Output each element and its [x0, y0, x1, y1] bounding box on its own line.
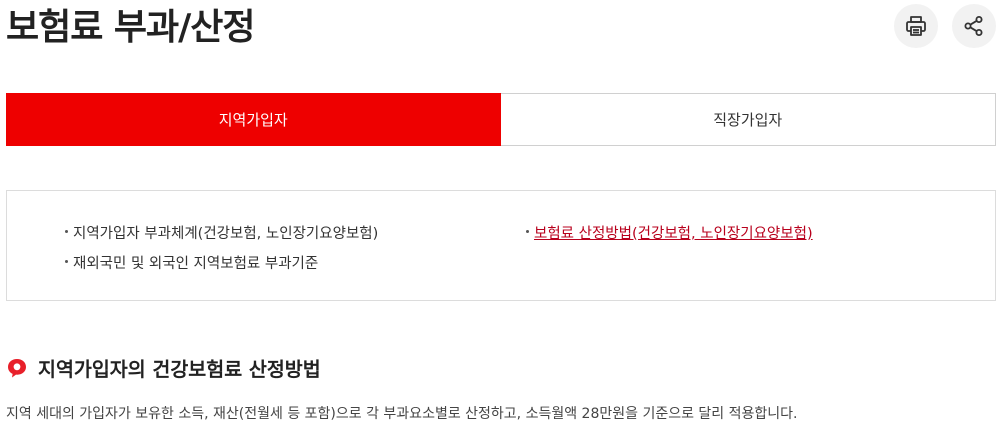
section-heading: 지역가입자의 건강보험료 산정방법 [6, 353, 321, 382]
share-icon [964, 16, 983, 36]
section-description: 지역 세대의 가입자가 보유한 소득, 재산(전월세 등 포함)으로 각 부과요… [6, 406, 798, 422]
share-button[interactable] [952, 4, 996, 48]
print-icon [906, 16, 926, 36]
section-title: 지역가입자의 건강보험료 산정방법 [38, 358, 321, 381]
link-premium-calculation-method[interactable]: 보험료 산정방법(건강보험, 노인장기요양보험) [526, 222, 813, 243]
member-type-tabs: 지역가입자 직장가입자 [6, 93, 996, 146]
page-title: 보험료 부과/산정 [6, 7, 256, 48]
tab-employee-subscriber[interactable]: 직장가입자 [500, 93, 996, 146]
related-links-box: 지역가입자 부과체계(건강보험, 노인장기요양보험) 재외국민 및 외국인 지역… [6, 190, 996, 301]
tab-regional-subscriber[interactable]: 지역가입자 [6, 93, 501, 146]
speech-bubble-icon [8, 358, 26, 377]
print-button[interactable] [894, 4, 938, 48]
link-regional-levy-system[interactable]: 지역가입자 부과체계(건강보험, 노인장기요양보험) [64, 222, 378, 243]
link-foreigner-levy-criteria[interactable]: 재외국민 및 외국인 지역보험료 부과기준 [64, 252, 318, 273]
